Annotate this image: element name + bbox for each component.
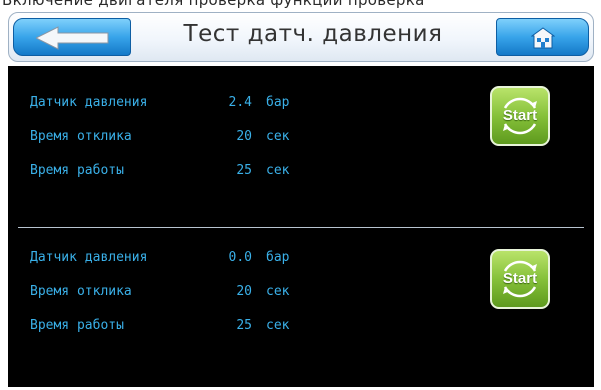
- home-button[interactable]: [496, 18, 589, 56]
- sensor-panel: Датчик давления 2.4 бар Время отклика 20…: [8, 66, 594, 387]
- start-label: Start: [502, 107, 538, 124]
- row-value: 20: [236, 284, 252, 299]
- row-unit: сек: [266, 129, 290, 144]
- row-unit: сек: [266, 318, 290, 333]
- page-title: Тест датч. давления: [183, 21, 443, 47]
- back-button[interactable]: [13, 18, 131, 56]
- top-strip: Включение двигателя проверка функции про…: [0, 0, 601, 10]
- row-value: 20: [236, 129, 252, 144]
- row-value: 25: [236, 318, 252, 333]
- header-bar: Тест датч. давления: [8, 12, 594, 62]
- screen: Включение двигателя проверка функции про…: [0, 0, 601, 390]
- start-label: Start: [502, 270, 538, 287]
- row-label: Датчик давления: [30, 95, 148, 110]
- row-label: Время отклика: [30, 284, 132, 299]
- divider: [18, 227, 584, 228]
- start-button-2[interactable]: Start: [490, 249, 550, 309]
- top-strip-text: Включение двигателя проверка функции про…: [2, 0, 425, 9]
- row-unit: бар: [266, 95, 290, 110]
- row-unit: сек: [266, 163, 290, 178]
- arrow-left-icon: [36, 26, 109, 50]
- start-button-1[interactable]: Start: [490, 86, 550, 146]
- row-unit: бар: [266, 250, 290, 265]
- row-value: 2.4: [228, 95, 252, 110]
- row-label: Время отклика: [30, 129, 132, 144]
- row-label: Время работы: [30, 163, 124, 178]
- row-value: 25: [236, 163, 252, 178]
- home-icon: [531, 27, 555, 49]
- row-value: 0.0: [228, 250, 252, 265]
- row-label: Время работы: [30, 318, 124, 333]
- row-label: Датчик давления: [30, 250, 148, 265]
- row-unit: сек: [266, 284, 290, 299]
